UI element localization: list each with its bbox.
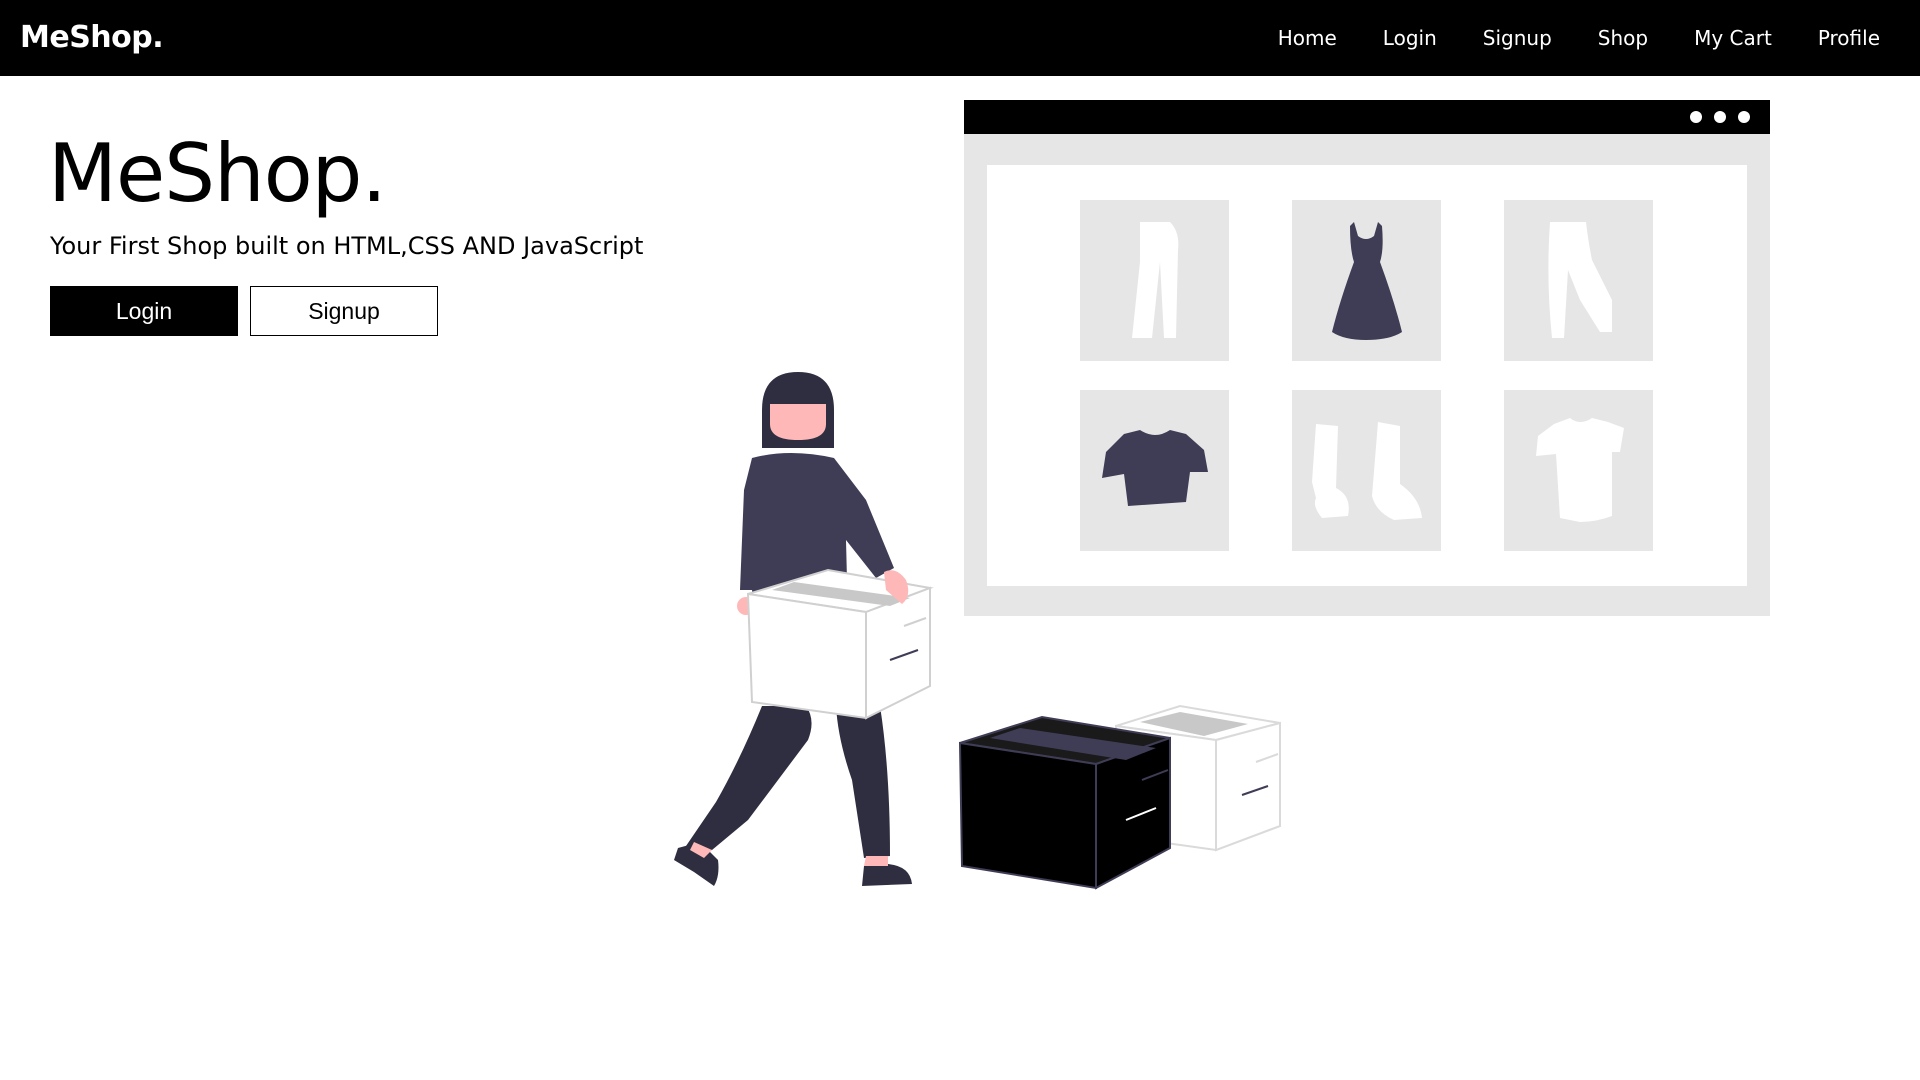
product-tile — [1292, 390, 1441, 551]
window-dot-icon — [1690, 111, 1702, 123]
shirt-icon — [1102, 430, 1208, 506]
browser-content — [987, 165, 1747, 586]
product-tile — [1080, 200, 1229, 361]
navbar: MeShop. Home Login Signup Shop My Cart P… — [0, 0, 1920, 76]
login-button[interactable]: Login — [50, 286, 238, 336]
nav-links: Home Login Signup Shop My Cart Profile — [1278, 0, 1880, 76]
woman-leg — [836, 706, 890, 858]
boots-icon — [1372, 422, 1422, 520]
woman-hand — [890, 582, 914, 606]
product-tile — [1080, 390, 1229, 551]
nav-signup[interactable]: Signup — [1483, 26, 1552, 50]
leggings-icon — [1548, 222, 1612, 338]
product-tile — [1504, 200, 1653, 361]
product-tile — [1292, 200, 1441, 361]
boots-icon — [1312, 424, 1349, 518]
woman-torso — [740, 453, 894, 625]
tshirt-icon — [1536, 418, 1624, 522]
browser-titlebar — [964, 100, 1770, 134]
nav-home[interactable]: Home — [1278, 26, 1337, 50]
window-dot-icon — [1714, 111, 1726, 123]
window-dot-icon — [1738, 111, 1750, 123]
woman-shoe — [862, 864, 912, 886]
browser-window — [964, 100, 1770, 616]
woman-leg — [686, 706, 812, 850]
hero-subtitle: Your First Shop built on HTML,CSS AND Ja… — [50, 232, 644, 260]
dress-icon — [1332, 222, 1402, 340]
pants-icon — [1132, 222, 1179, 338]
browser-frame — [964, 100, 1770, 616]
signup-button[interactable]: Signup — [250, 286, 438, 336]
woman-face — [770, 404, 826, 440]
woman-hand — [737, 597, 755, 615]
black-box — [958, 704, 1281, 890]
woman-figure — [674, 372, 934, 886]
woman-hair — [762, 372, 834, 448]
nav-shop[interactable]: Shop — [1598, 26, 1648, 50]
product-tile — [1504, 390, 1653, 551]
nav-login[interactable]: Login — [1383, 26, 1437, 50]
nav-my-cart[interactable]: My Cart — [1694, 26, 1772, 50]
carried-box — [747, 568, 934, 614]
brand-logo[interactable]: MeShop. — [20, 18, 164, 58]
hero-title: MeShop. — [48, 127, 387, 220]
nav-profile[interactable]: Profile — [1818, 26, 1880, 50]
woman-shoe — [674, 842, 719, 886]
